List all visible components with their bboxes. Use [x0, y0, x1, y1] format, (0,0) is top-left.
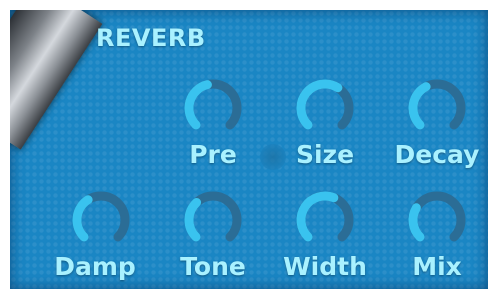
knob-value-arc — [184, 198, 202, 242]
knob-value-arc — [184, 80, 212, 130]
section-title: REVERB — [96, 24, 206, 52]
size-label: Size — [295, 140, 355, 169]
width-knob[interactable] — [288, 188, 362, 246]
pre-label: Pre — [189, 140, 237, 169]
pre-knob[interactable] — [176, 76, 250, 134]
decay-knob[interactable] — [400, 76, 474, 134]
damp-label: Damp — [54, 252, 136, 281]
tone-knob[interactable] — [176, 188, 250, 246]
mix-knob[interactable] — [400, 188, 474, 246]
knob-value-arc — [296, 79, 343, 130]
knob-value-arc — [408, 82, 431, 130]
knob-value-arc — [408, 203, 425, 242]
knob-value-arc — [72, 195, 93, 242]
width-label: Width — [283, 252, 367, 281]
reverb-panel: REVERB Pre Size Decay Damp Tone Width Mi… — [10, 10, 488, 289]
knob-value-arc — [296, 191, 339, 242]
tone-label: Tone — [180, 252, 246, 281]
decay-label: Decay — [394, 140, 480, 169]
damp-knob[interactable] — [64, 188, 138, 246]
mix-label: Mix — [412, 252, 462, 281]
device-bezel — [10, 10, 103, 150]
size-knob[interactable] — [288, 76, 362, 134]
